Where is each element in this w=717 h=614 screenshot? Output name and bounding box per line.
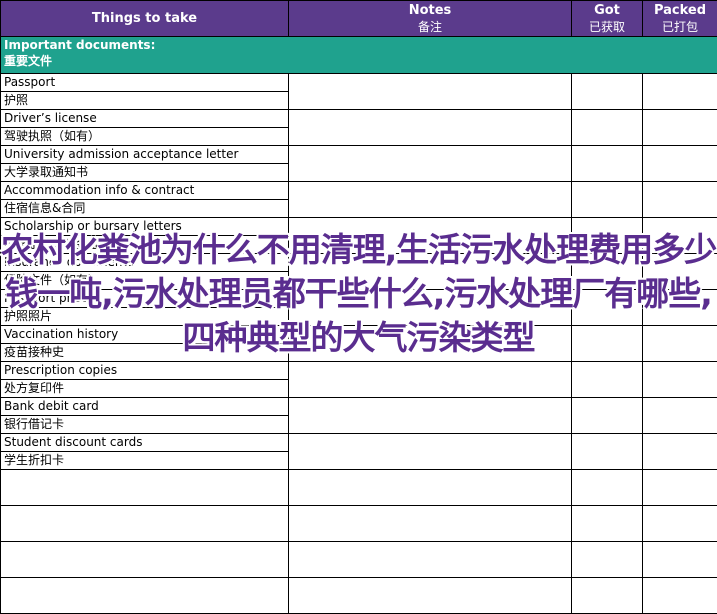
item-cell: Student discount cards 学生折扣卡 (0, 433, 289, 470)
table-row-empty (0, 577, 717, 614)
item-cell[interactable] (0, 541, 289, 578)
things-header: Things to take (0, 0, 289, 37)
got-header: Got 已获取 (571, 0, 643, 37)
table-row-empty (0, 505, 717, 542)
notes-header: Notes 备注 (288, 0, 572, 37)
notes-cell[interactable] (288, 541, 572, 578)
table-row: Driver’s license 驾驶执照（如有） (0, 109, 717, 146)
table-row: Accommodation info & contract 住宿信息&合同 (0, 181, 717, 218)
got-cell[interactable] (571, 73, 643, 110)
notes-cell[interactable] (288, 73, 572, 110)
got-cell[interactable] (571, 397, 643, 434)
overlay-watermark-text: 农村化粪池为什么不用清理,生活污水处理费用多少钱一吨,污水处理员都干些什么,污水… (0, 230, 717, 357)
got-cell[interactable] (571, 433, 643, 470)
table-row: Student discount cards 学生折扣卡 (0, 433, 717, 470)
table-row: University admission acceptance letter 大学… (0, 145, 717, 182)
packed-cell[interactable] (642, 433, 717, 470)
got-cell[interactable] (571, 145, 643, 182)
notes-cell[interactable] (288, 109, 572, 146)
packed-cell[interactable] (642, 361, 717, 398)
table-row: Prescription copies 处方复印件 (0, 361, 717, 398)
got-cell[interactable] (571, 577, 643, 614)
packed-cell[interactable] (642, 397, 717, 434)
got-cell[interactable] (571, 541, 643, 578)
item-cell[interactable] (0, 469, 289, 506)
table-row-empty (0, 469, 717, 506)
item-cell[interactable] (0, 577, 289, 614)
table-row-empty (0, 541, 717, 578)
notes-cell[interactable] (288, 145, 572, 182)
got-cell[interactable] (571, 181, 643, 218)
notes-cell[interactable] (288, 577, 572, 614)
got-cell[interactable] (571, 469, 643, 506)
packed-header: Packed 已打包 (642, 0, 717, 37)
section-row: Important documents: 重要文件 (0, 36, 717, 74)
table-row: Passport 护照 (0, 73, 717, 110)
packed-cell[interactable] (642, 145, 717, 182)
notes-cell[interactable] (288, 397, 572, 434)
notes-cell[interactable] (288, 505, 572, 542)
item-cell: Bank debit card 银行借记卡 (0, 397, 289, 434)
header-row: Things to take Notes 备注 Got 已获取 Packed 已打包 (0, 0, 717, 37)
packed-cell[interactable] (642, 577, 717, 614)
got-cell[interactable] (571, 361, 643, 398)
packed-cell[interactable] (642, 73, 717, 110)
packed-cell[interactable] (642, 181, 717, 218)
packed-cell[interactable] (642, 541, 717, 578)
item-cell: Driver’s license 驾驶执照（如有） (0, 109, 289, 146)
notes-cell[interactable] (288, 433, 572, 470)
packed-cell[interactable] (642, 505, 717, 542)
packed-cell[interactable] (642, 109, 717, 146)
item-cell: Passport 护照 (0, 73, 289, 110)
notes-cell[interactable] (288, 361, 572, 398)
got-cell[interactable] (571, 505, 643, 542)
got-cell[interactable] (571, 109, 643, 146)
item-cell: University admission acceptance letter 大学… (0, 145, 289, 182)
notes-cell[interactable] (288, 469, 572, 506)
item-cell[interactable] (0, 505, 289, 542)
table-row: Bank debit card 银行借记卡 (0, 397, 717, 434)
section-title: Important documents: 重要文件 (0, 36, 717, 74)
item-cell: Accommodation info & contract 住宿信息&合同 (0, 181, 289, 218)
item-cell: Prescription copies 处方复印件 (0, 361, 289, 398)
notes-cell[interactable] (288, 181, 572, 218)
packed-cell[interactable] (642, 469, 717, 506)
